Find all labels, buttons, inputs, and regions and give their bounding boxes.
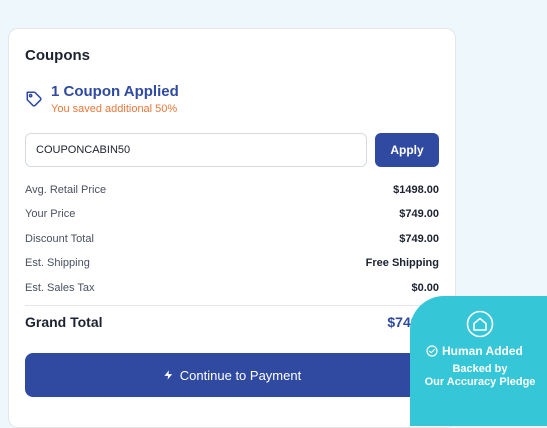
summary-row-label: Avg. Retail Price xyxy=(25,184,107,196)
grand-total-label: Grand Total xyxy=(25,314,103,330)
human-added-text: Human Added xyxy=(442,344,523,358)
summary-row: Discount Total $749.00 xyxy=(25,230,439,248)
continue-to-payment-button[interactable]: Continue to Payment xyxy=(25,353,439,397)
summary-divider xyxy=(25,305,439,306)
home-icon xyxy=(466,310,494,338)
coupons-card: Coupons 1 Coupon Applied You saved addit… xyxy=(8,28,456,428)
summary-row-label: Discount Total xyxy=(25,233,94,245)
accuracy-pledge-text: Our Accuracy Pledge xyxy=(424,376,536,388)
coupon-code-input[interactable] xyxy=(25,133,367,167)
summary-row-label: Est. Shipping xyxy=(25,257,90,269)
summary-row: Est. Sales Tax $0.00 xyxy=(25,279,439,297)
summary-row-value: $749.00 xyxy=(399,208,439,220)
check-circle-icon xyxy=(426,345,438,357)
apply-coupon-button[interactable]: Apply xyxy=(375,133,439,167)
summary-row: Your Price $749.00 xyxy=(25,205,439,223)
summary-row: Avg. Retail Price $1498.00 xyxy=(25,181,439,199)
bolt-icon xyxy=(164,370,172,380)
summary-row-value: Free Shipping xyxy=(365,257,439,269)
summary-row-value: $0.00 xyxy=(411,282,439,294)
coupons-title: Coupons xyxy=(25,47,90,64)
summary-row-label: Est. Sales Tax xyxy=(25,282,95,294)
tag-icon xyxy=(26,91,42,107)
summary-row-value: $749.00 xyxy=(399,233,439,245)
coupon-applied-text: 1 Coupon Applied xyxy=(51,83,179,100)
summary-row-value: $1498.00 xyxy=(393,184,439,196)
accuracy-pledge-badge[interactable]: Human Added Backed by Our Accuracy Pledg… xyxy=(410,296,547,426)
coupon-saved-text: You saved additional 50% xyxy=(51,103,178,115)
human-added-label: Human Added xyxy=(426,344,523,358)
summary-row-label: Your Price xyxy=(25,208,76,220)
backed-by-text: Backed by xyxy=(452,363,508,375)
summary-row: Est. Shipping Free Shipping xyxy=(25,254,439,272)
continue-to-payment-label: Continue to Payment xyxy=(179,367,302,383)
